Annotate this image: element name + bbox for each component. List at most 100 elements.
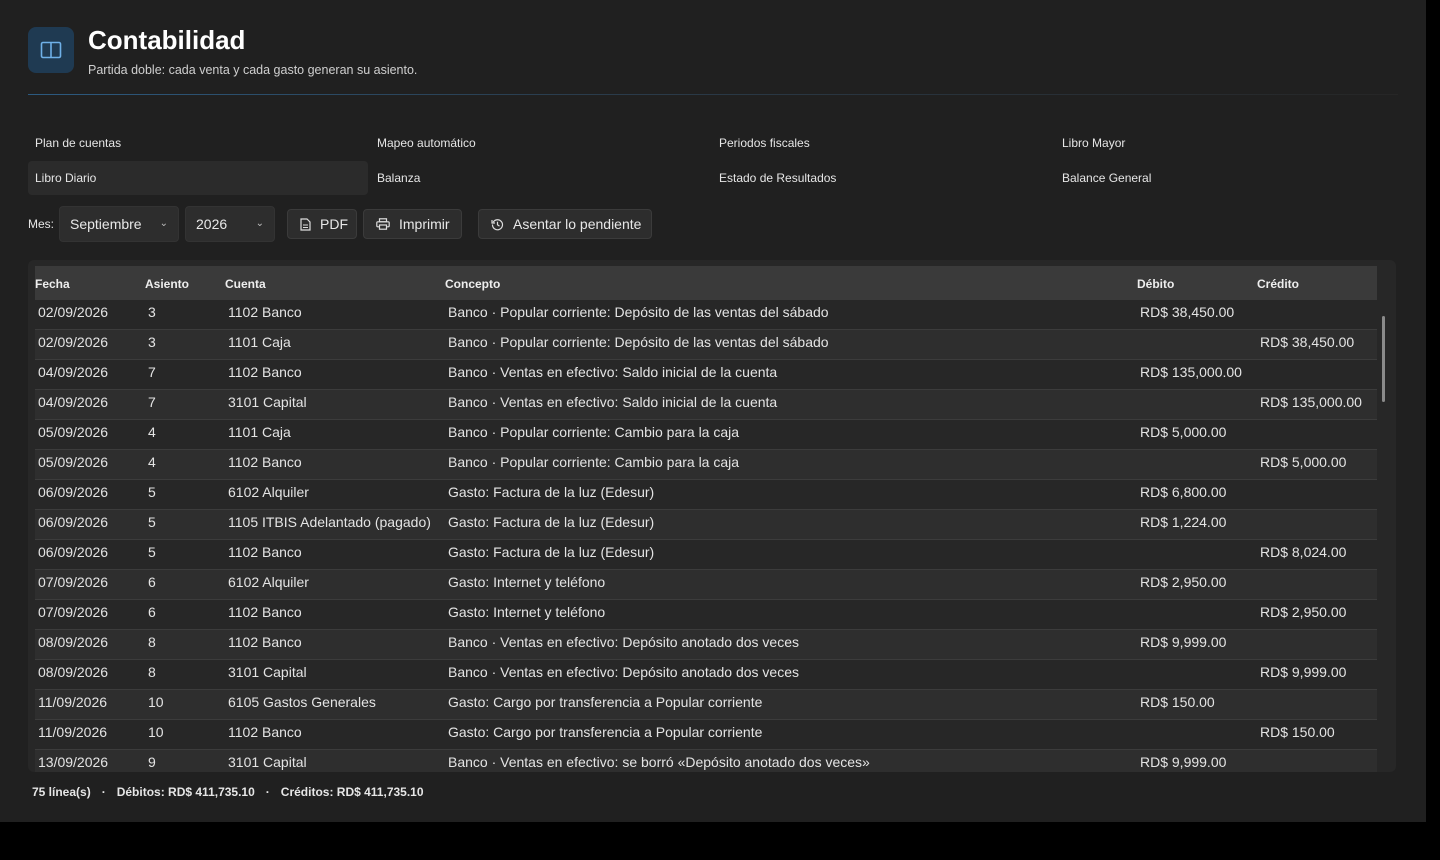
cell-asiento: 3 — [148, 334, 156, 350]
cell-cuenta: 6102 Alquiler — [228, 484, 309, 500]
nav-item-libro-mayor[interactable]: Libro Mayor — [1055, 126, 1395, 160]
cell-fecha: 11/09/2026 — [38, 724, 108, 740]
chevron-down-icon: ⌄ — [255, 218, 264, 229]
cell-asiento: 6 — [148, 574, 156, 590]
nav-item-plan-de-cuentas[interactable]: Plan de cuentas — [28, 126, 368, 160]
cell-asiento: 3 — [148, 304, 156, 320]
cell-asiento: 8 — [148, 634, 156, 650]
month-label: Mes: — [28, 217, 55, 231]
cell-fecha: 05/09/2026 — [38, 424, 109, 440]
cell-concepto: Gasto: Cargo por transferencia a Popular… — [448, 694, 763, 710]
nav-item-mapeo-automatico[interactable]: Mapeo automático — [370, 126, 710, 160]
column-header-fecha[interactable]: Fecha — [35, 277, 70, 291]
table-row[interactable]: 11/09/2026 10 1102 Banco Gasto: Cargo por t… — [35, 720, 1377, 750]
table-row[interactable]: 07/09/2026 6 6102 Alquiler Gasto: Internet … — [35, 570, 1377, 600]
separator-dot: · — [265, 785, 270, 799]
column-header-cuenta[interactable]: Cuenta — [225, 277, 266, 291]
cell-credito: RD$ 9,999.00 — [1260, 664, 1347, 680]
column-header-credito[interactable]: Crédito — [1257, 277, 1299, 291]
table-row[interactable]: 05/09/2026 4 1102 Banco Banco · Popular cor… — [35, 450, 1377, 480]
cell-cuenta: 1102 Banco — [228, 724, 302, 740]
cell-cuenta: 1102 Banco — [228, 604, 302, 620]
cell-concepto: Gasto: Factura de la luz (Edesur) — [448, 484, 655, 500]
table-row[interactable]: 07/09/2026 6 1102 Banco Gasto: Internet y t… — [35, 600, 1377, 630]
table-row[interactable]: 02/09/2026 3 1101 Caja Banco · Popular corr… — [35, 330, 1377, 360]
app-window: Contabilidad Partida doble: cada venta y… — [0, 0, 1426, 822]
month-select[interactable]: Septiembre ⌄ — [59, 206, 179, 242]
cell-concepto: Banco · Popular corriente: Depósito de l… — [448, 304, 829, 320]
cell-asiento: 7 — [148, 364, 156, 380]
cell-asiento: 4 — [148, 424, 156, 440]
table-row[interactable]: 06/09/2026 5 6102 Alquiler Gasto: Factura d… — [35, 480, 1377, 510]
cell-cuenta: 3101 Capital — [228, 664, 307, 680]
cell-debito: RD$ 5,000.00 — [1140, 424, 1227, 440]
table-row[interactable]: 08/09/2026 8 1102 Banco Banco · Ventas en e… — [35, 630, 1377, 660]
print-button[interactable]: Imprimir — [363, 209, 462, 239]
cell-asiento: 5 — [148, 484, 156, 500]
nav-item-periodos-fiscales[interactable]: Periodos fiscales — [712, 126, 1052, 160]
table-row[interactable]: 11/09/2026 10 6105 Gastos Generales Gasto: … — [35, 690, 1377, 720]
cell-concepto: Banco · Ventas en efectivo: se borró «De… — [448, 754, 870, 770]
cell-concepto: Gasto: Factura de la luz (Edesur) — [448, 544, 655, 560]
line-count: 75 línea(s) — [32, 785, 91, 799]
cell-concepto: Banco · Ventas en efectivo: Saldo inicia… — [448, 394, 778, 410]
table-row[interactable]: 05/09/2026 4 1101 Caja Banco · Popular corr… — [35, 420, 1377, 450]
book-icon — [28, 27, 74, 73]
nav-item-libro-diario[interactable]: Libro Diario — [28, 161, 368, 195]
cell-asiento: 6 — [148, 604, 156, 620]
nav-item-balanza[interactable]: Balanza — [370, 161, 710, 195]
column-header-debito[interactable]: Débito — [1137, 277, 1174, 291]
column-header-asiento[interactable]: Asiento — [145, 277, 189, 291]
cell-fecha: 04/09/2026 — [38, 394, 109, 410]
table-row[interactable]: 13/09/2026 9 3101 Capital Banco · Ventas en… — [35, 750, 1377, 772]
cell-fecha: 02/09/2026 — [38, 304, 109, 320]
nav-item-estado-de-resultados[interactable]: Estado de Resultados — [712, 161, 1052, 195]
journal-table: Fecha Asiento Cuenta Concepto Débito Cré… — [28, 260, 1396, 772]
year-select[interactable]: 2026 ⌄ — [185, 206, 275, 242]
cell-debito: RD$ 9,999.00 — [1140, 754, 1227, 770]
cell-asiento: 5 — [148, 544, 156, 560]
nav-item-balance-general[interactable]: Balance General — [1055, 161, 1395, 195]
cell-fecha: 07/09/2026 — [38, 574, 109, 590]
summary-footer: 75 línea(s) · Débitos: RD$ 411,735.10 · Créd… — [32, 785, 424, 799]
chevron-down-icon: ⌄ — [159, 218, 168, 229]
cell-fecha: 08/09/2026 — [38, 634, 109, 650]
pdf-button[interactable]: PDF — [287, 209, 357, 239]
cell-cuenta: 1101 Caja — [228, 424, 291, 440]
cell-concepto: Banco · Ventas en efectivo: Saldo inicia… — [448, 364, 778, 380]
cell-concepto: Gasto: Factura de la luz (Edesur) — [448, 514, 655, 530]
cell-fecha: 11/09/2026 — [38, 694, 108, 710]
table-row[interactable]: 06/09/2026 5 1105 ITBIS Adelantado (pagado… — [35, 510, 1377, 540]
history-icon — [491, 218, 504, 231]
cell-cuenta: 3101 Capital — [228, 394, 307, 410]
cell-credito: RD$ 5,000.00 — [1260, 454, 1347, 470]
post-pending-button[interactable]: Asentar lo pendiente — [478, 209, 652, 239]
cell-debito: RD$ 150.00 — [1140, 694, 1215, 710]
cell-credito: RD$ 135,000.00 — [1260, 394, 1362, 410]
table-row[interactable]: 02/09/2026 3 1102 Banco Banco · Popular cor… — [35, 300, 1377, 330]
cell-concepto: Banco · Ventas en efectivo: Depósito ano… — [448, 664, 800, 680]
cell-fecha: 05/09/2026 — [38, 454, 109, 470]
cell-debito: RD$ 135,000.00 — [1140, 364, 1242, 380]
cell-asiento: 7 — [148, 394, 156, 410]
cell-concepto: Banco · Popular corriente: Depósito de l… — [448, 334, 829, 350]
cell-fecha: 08/09/2026 — [38, 664, 109, 680]
cell-fecha: 06/09/2026 — [38, 484, 109, 500]
header-divider — [28, 94, 1398, 95]
cell-cuenta: 6105 Gastos Generales — [228, 694, 376, 710]
column-header-concepto[interactable]: Concepto — [445, 277, 500, 291]
cell-cuenta: 1105 ITBIS Adelantado (pagado) — [228, 514, 431, 530]
cell-cuenta: 1102 Banco — [228, 544, 302, 560]
table-scrollbar[interactable] — [1382, 316, 1385, 402]
table-row[interactable]: 04/09/2026 7 3101 Capital Banco · Ventas en… — [35, 390, 1377, 420]
table-row[interactable]: 06/09/2026 5 1102 Banco Gasto: Factura de l… — [35, 540, 1377, 570]
cell-asiento: 9 — [148, 754, 156, 770]
table-row[interactable]: 04/09/2026 7 1102 Banco Banco · Ventas en e… — [35, 360, 1377, 390]
credits-total: Créditos: RD$ 411,735.10 — [280, 785, 424, 799]
cell-asiento: 4 — [148, 454, 156, 470]
table-body: 02/09/2026 3 1102 Banco Banco · Popular cor… — [35, 300, 1377, 772]
cell-debito: RD$ 38,450.00 — [1140, 304, 1235, 320]
cell-asiento: 8 — [148, 664, 156, 680]
debits-total: Débitos: RD$ 411,735.10 — [116, 785, 255, 799]
table-row[interactable]: 08/09/2026 8 3101 Capital Banco · Ventas en… — [35, 660, 1377, 690]
